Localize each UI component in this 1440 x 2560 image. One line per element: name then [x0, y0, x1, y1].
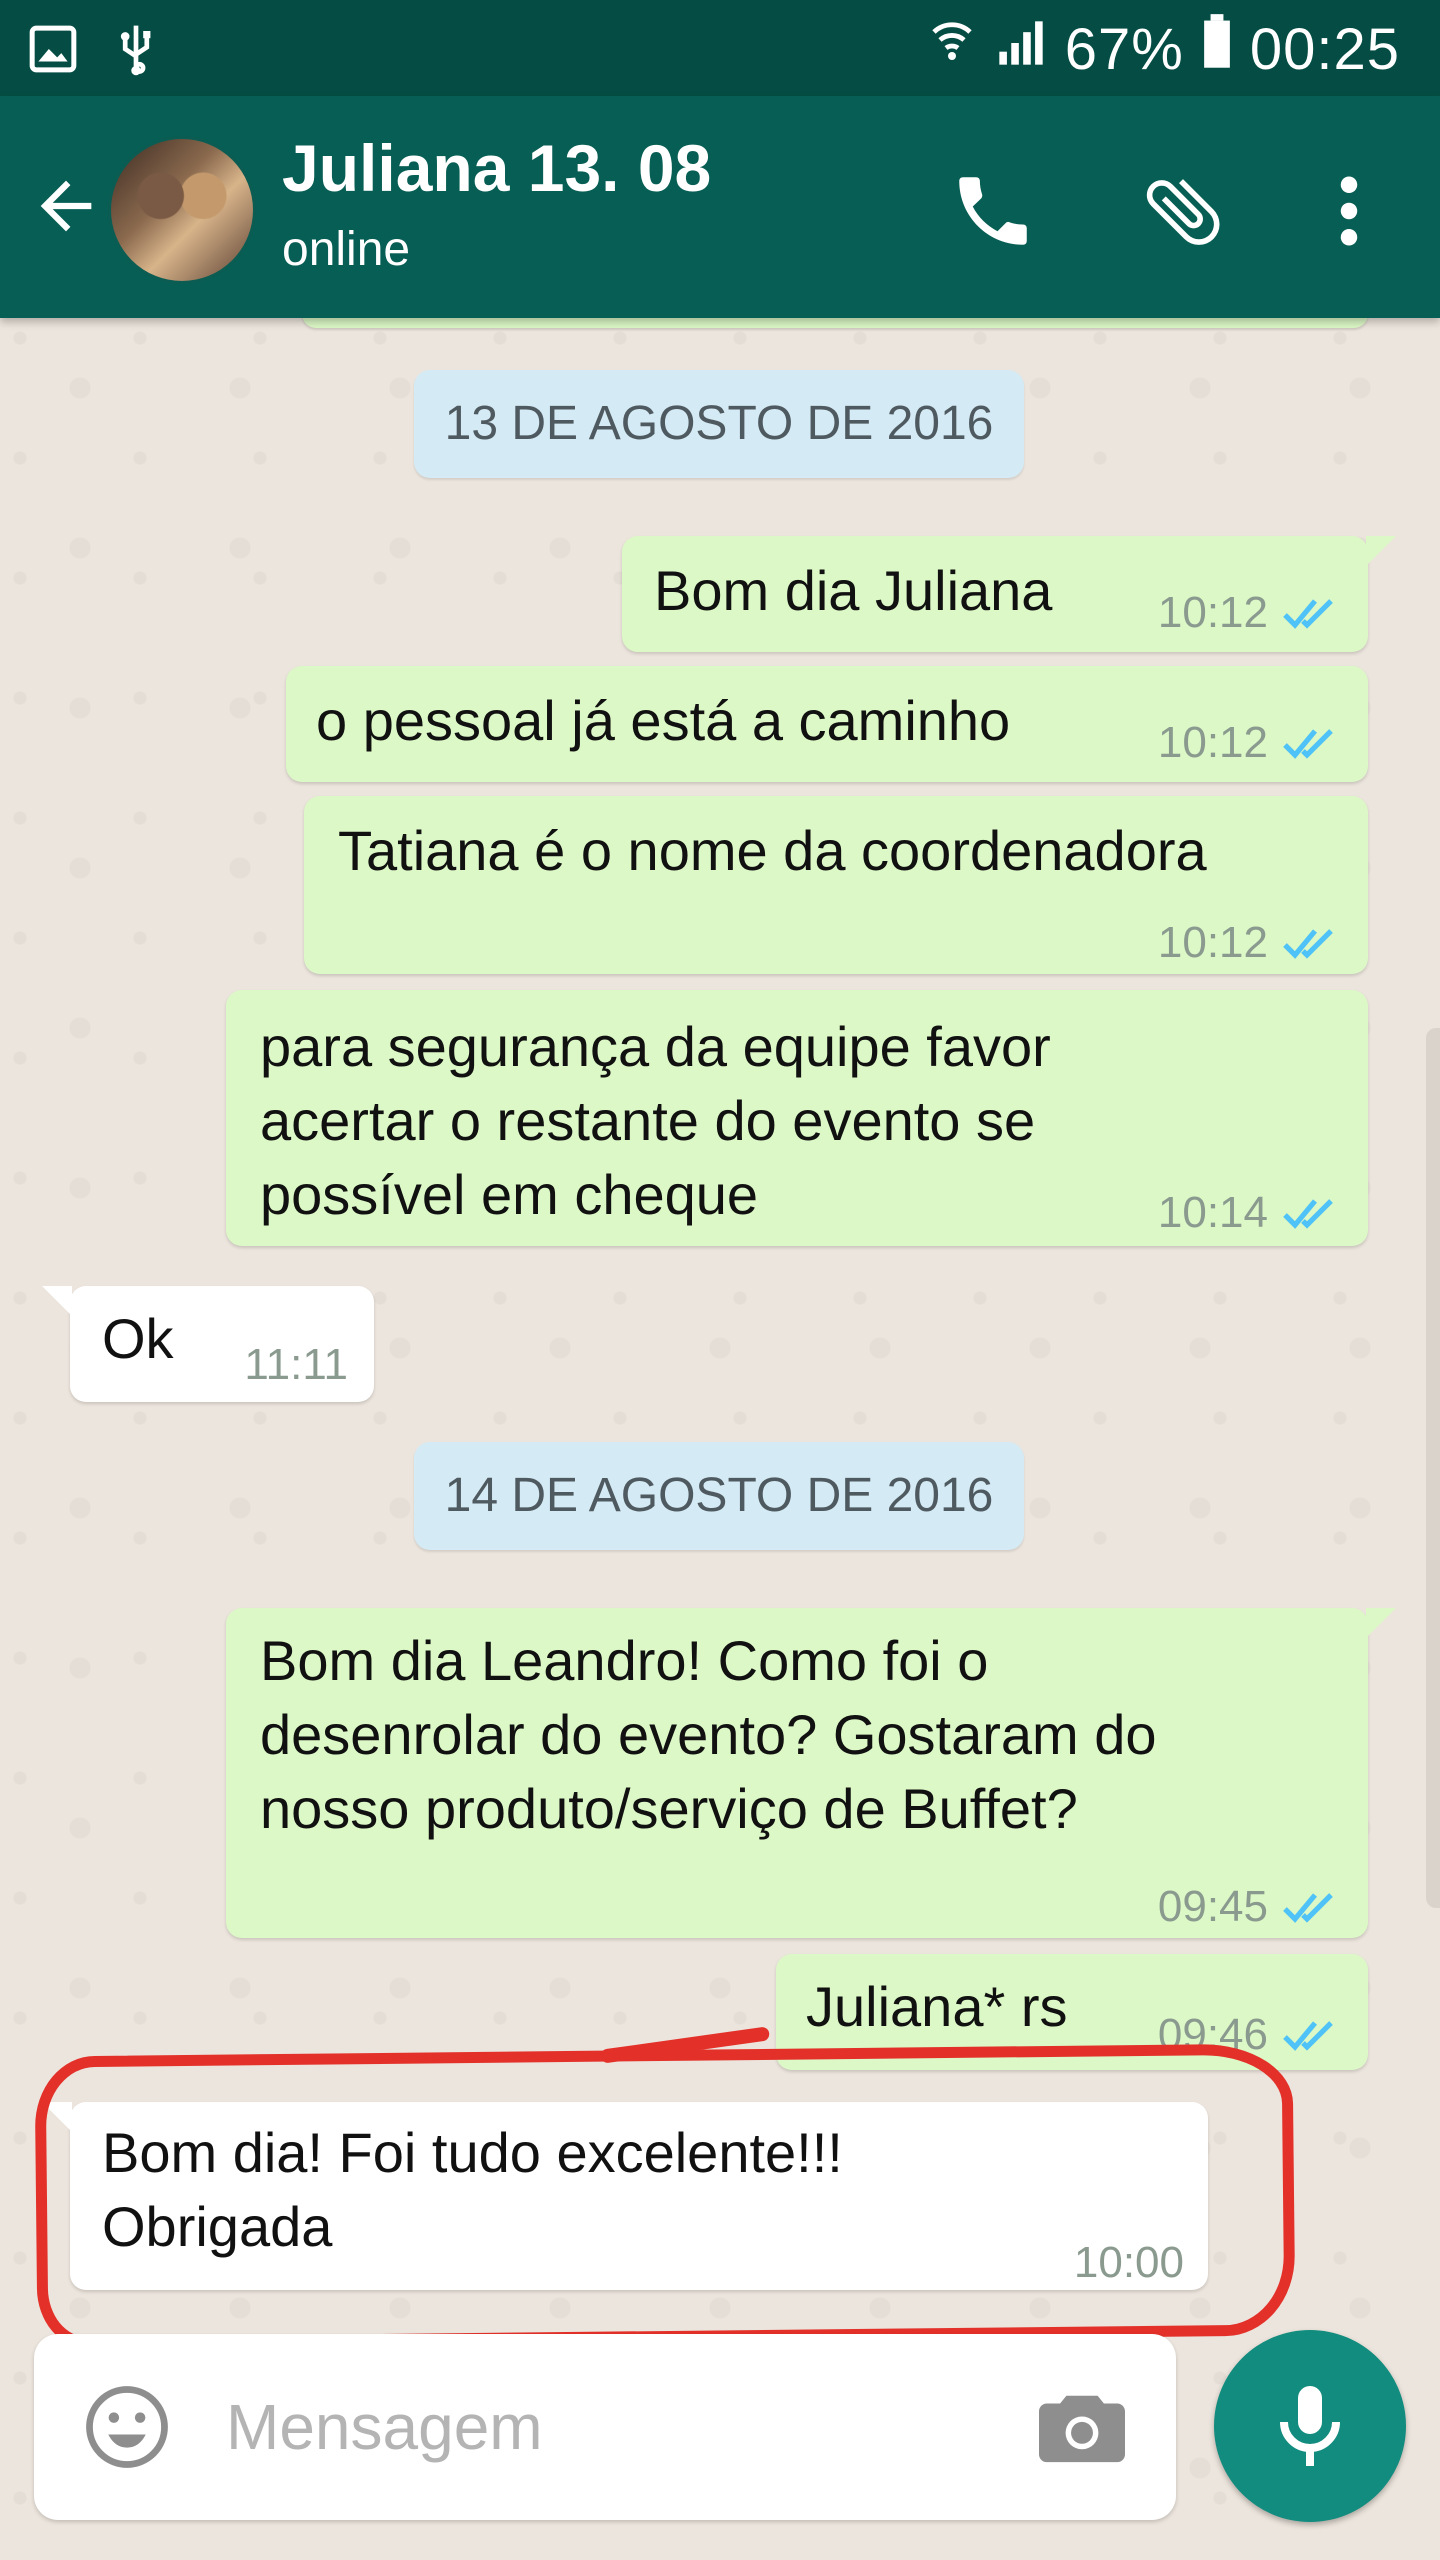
message-time: 11:11: [244, 1340, 348, 1389]
message-bubble-out[interactable]: para segurança da equipe favor acertar o…: [226, 990, 1368, 1246]
message-time: 09:45: [1157, 1882, 1268, 1931]
wifi-icon: [927, 14, 977, 84]
signal-icon: [995, 16, 1047, 83]
message-text: Tatiana é o nome da coordenadora: [338, 819, 1207, 882]
message-text: Juliana* rs: [806, 1975, 1068, 2038]
message-bubble-out[interactable]: Bom dia Juliana 10:12: [622, 536, 1396, 652]
message-time: 10:12: [1157, 718, 1268, 767]
clock: 00:25: [1249, 16, 1400, 82]
scrollbar[interactable]: [1426, 1028, 1440, 1908]
message-text: Bom dia Leandro! Como foi o desenrolar d…: [260, 1629, 1157, 1840]
message-bubble-out[interactable]: o pessoal já está a caminho 10:12: [286, 666, 1368, 782]
message-time: 10:12: [1157, 588, 1268, 637]
read-ticks-icon: [1283, 929, 1333, 959]
image-icon: [28, 24, 78, 79]
mic-button[interactable]: [1214, 2330, 1406, 2522]
battery-icon: [1202, 14, 1232, 84]
mic-icon: [1280, 2386, 1340, 2466]
message-bubble-in[interactable]: Ok 11:11: [42, 1286, 374, 1402]
message-text: Ok: [102, 1307, 174, 1370]
contact-status: online: [282, 223, 411, 276]
message-time: 10:14: [1157, 1188, 1268, 1237]
message-text: Bom dia Juliana: [654, 559, 1053, 622]
call-icon[interactable]: [948, 166, 1038, 256]
read-ticks-icon: [1283, 2021, 1333, 2051]
read-ticks-icon: [1283, 1199, 1333, 1229]
highlight-annotation: [34, 2043, 1296, 2349]
attach-icon[interactable]: [1138, 166, 1228, 256]
contact-name[interactable]: Juliana 13. 08: [282, 130, 711, 206]
read-ticks-icon: [1283, 599, 1333, 629]
message-text: o pessoal já está a caminho: [316, 689, 1011, 752]
date-separator: 13 DE AGOSTO DE 2016: [414, 370, 1024, 478]
message-bubble-out[interactable]: Bom dia Leandro! Como foi o desenrolar d…: [226, 1608, 1396, 1938]
battery-level: 67%: [1064, 16, 1184, 82]
avatar[interactable]: [108, 136, 256, 284]
back-arrow-icon[interactable]: [28, 168, 104, 244]
chat-header: Juliana 13. 08 online: [0, 96, 1440, 318]
status-bar: 67% 00:25: [0, 0, 1440, 96]
read-ticks-icon: [1283, 729, 1333, 759]
usb-icon: [114, 22, 158, 81]
emoji-icon[interactable]: [82, 2382, 172, 2472]
date-separator: 14 DE AGOSTO DE 2016: [414, 1442, 1024, 1550]
message-text: para segurança da equipe favor acertar o…: [260, 1015, 1051, 1226]
camera-icon[interactable]: [1034, 2384, 1130, 2470]
message-composer: [34, 2334, 1176, 2520]
more-vert-icon[interactable]: [1304, 166, 1394, 256]
message-list[interactable]: 13 DE AGOSTO DE 2016 Bom dia Juliana 10:…: [0, 318, 1440, 2560]
message-time: 10:12: [1157, 918, 1268, 967]
read-ticks-icon: [1283, 1893, 1333, 1923]
previous-message-edge: [302, 318, 1368, 328]
message-input[interactable]: [224, 2376, 1028, 2478]
message-bubble-out[interactable]: Tatiana é o nome da coordenadora 10:12: [304, 796, 1368, 974]
